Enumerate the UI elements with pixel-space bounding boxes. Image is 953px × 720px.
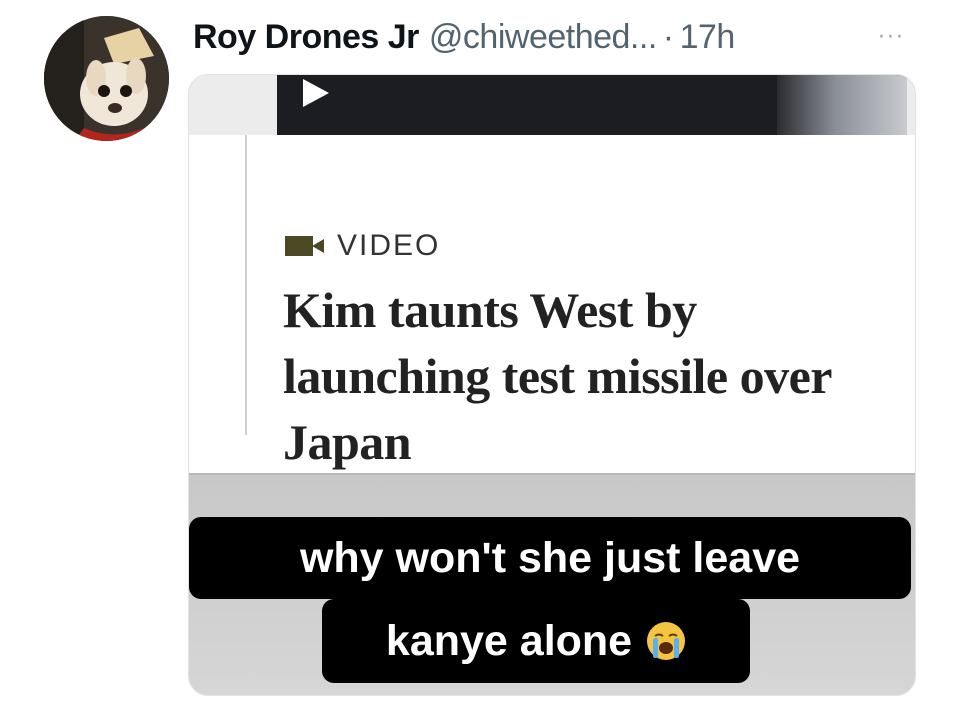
video-camera-icon [285, 236, 325, 256]
article-screenshot: VIDEO Kim taunts West by launching test … [189, 135, 915, 473]
video-label-text: VIDEO [337, 229, 441, 262]
caption-line-2: kanye alone [322, 599, 750, 683]
article-headline: Kim taunts West by launching test missil… [283, 282, 832, 470]
tweet-header: Roy Drones Jr @chiweethed... · 17h [193, 14, 735, 60]
loudly-crying-face-icon [647, 622, 686, 660]
video-label: VIDEO [285, 229, 441, 262]
user-handle[interactable]: @chiweethed... [429, 18, 657, 57]
tweet-media[interactable]: VIDEO Kim taunts West by launching test … [188, 74, 916, 696]
display-name[interactable]: Roy Drones Jr [193, 18, 419, 57]
caption-line-1: why won't she just leave [189, 517, 911, 599]
avatar[interactable] [44, 16, 169, 141]
play-icon [303, 79, 329, 107]
separator-dot: · [662, 17, 674, 56]
more-options-icon[interactable]: ··· [868, 16, 914, 56]
tweet-time[interactable]: 17h [680, 18, 736, 57]
video-thumbnail [277, 75, 907, 135]
